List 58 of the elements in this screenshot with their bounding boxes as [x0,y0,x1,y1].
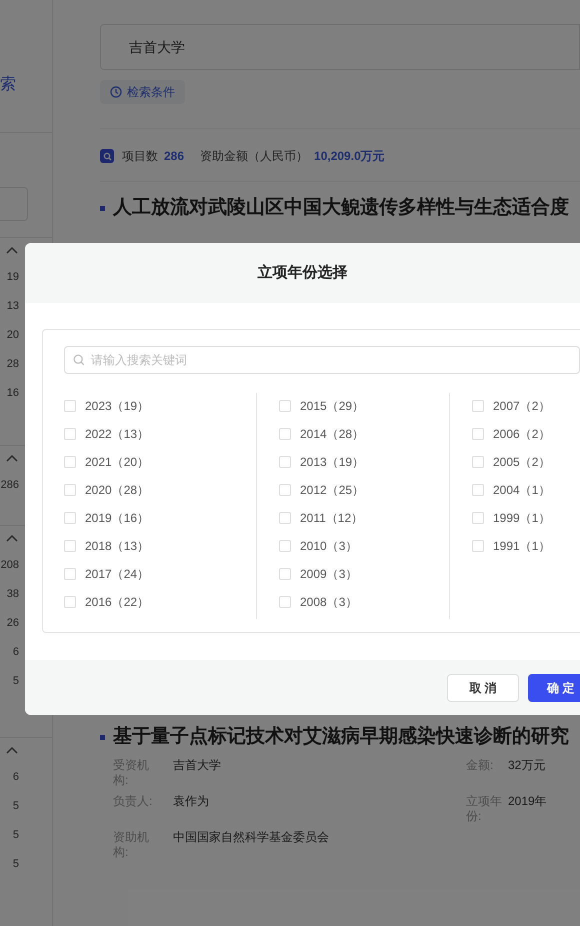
year-checkbox[interactable]: 2013（19） [279,453,449,471]
year-checkbox[interactable]: 2015（29） [279,397,449,415]
result-title[interactable]: 人工放流对武陵山区中国大鲵遗传多样性与生态适合度 [113,194,569,222]
clock-icon [110,86,122,98]
year-checkbox[interactable]: 1999（1） [472,509,580,527]
facet-count: 5 [12,858,19,871]
year-checkbox[interactable]: 2012（25） [279,481,449,499]
year-checkbox[interactable]: 2007（2） [472,397,580,415]
search-field[interactable]: 吉首大学 [100,24,580,70]
field-value: 2019年 [508,794,547,810]
year-checkbox[interactable]: 2022（13） [64,425,256,443]
year-checkbox[interactable]: 2009（3） [279,565,449,583]
facet-count: 19 [6,271,19,284]
facet-count: 208 [0,558,19,572]
bullet-icon [100,206,105,211]
bullet-icon [100,734,105,740]
year-checkbox[interactable]: 2011（12） [279,509,449,527]
facet-count: 38 [6,588,19,601]
search-icon [73,354,85,366]
funding-amount: 10,209.0万元 [314,148,385,165]
facet-count: 28 [6,358,19,372]
search-field[interactable]: 请输入搜索关键词 [64,346,580,374]
year-checkbox[interactable]: 2020（28） [64,481,256,499]
dialog-title: 立项年份选择 [258,262,348,283]
facet-count: 13 [6,300,19,314]
facet-count: 26 [6,616,19,630]
facet-count: 5 [12,828,19,842]
facet-count: 20 [6,329,19,342]
year-checkbox[interactable]: 2006（2） [472,425,580,443]
year-checkbox[interactable]: 2017（24） [64,565,256,583]
year-checkbox[interactable]: 2016（22） [64,593,256,611]
confirm-button[interactable]: 确 定 [528,674,580,702]
year-checkbox[interactable]: 2010（3） [279,537,449,555]
facet-count: 6 [12,770,19,784]
project-count: 286 [164,148,184,165]
year-checkbox[interactable]: 2018（13） [64,537,256,555]
summary-label: 资助金额（人民币） [200,148,308,165]
year-checkbox[interactable]: 2004（1） [472,481,580,499]
facet-count: 5 [12,800,19,813]
facet-count: 16 [6,387,19,400]
year-checkbox[interactable]: 1991（1） [472,537,580,555]
year-checkbox[interactable]: 2008（3） [279,593,449,611]
summary-label: 项目数 [122,148,158,165]
field-value: 32万元 [508,758,546,774]
year-checkbox[interactable]: 2005（2） [472,453,580,471]
facet-count: 5 [12,674,19,688]
facet-count: 6 [12,646,19,659]
result-title[interactable]: 基于量子点标记技术对艾滋病早期感染快速诊断的研究 [113,723,569,752]
facet-count: 286 [0,479,19,492]
year-checkbox[interactable]: 2019（16） [64,509,256,527]
year-checkbox[interactable]: 2021（20） [64,453,256,471]
field-value: 吉首大学 [173,758,221,774]
field-value: 袁作为 [173,794,209,810]
cancel-button[interactable]: 取 消 [447,674,519,702]
field-value: 中国国家自然科学基金委员会 [173,830,329,846]
year-checkbox[interactable]: 2014（28） [279,425,449,443]
search-icon [100,149,114,163]
year-checkbox[interactable]: 2023（19） [64,397,256,415]
